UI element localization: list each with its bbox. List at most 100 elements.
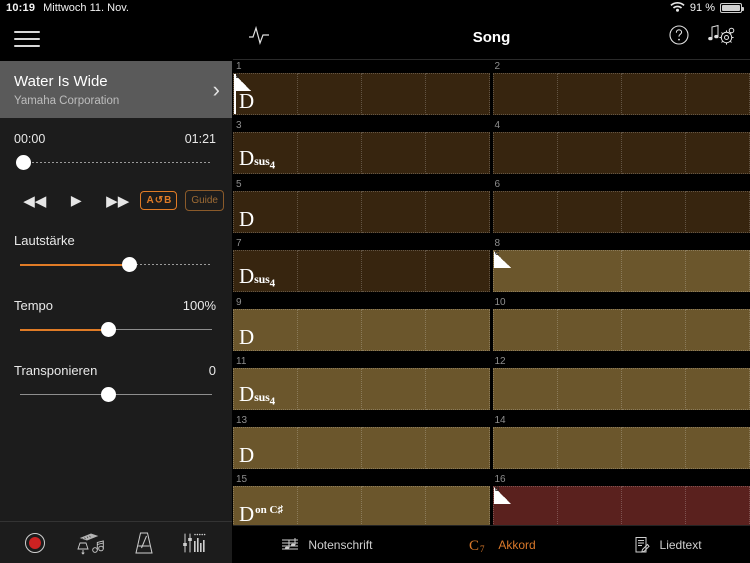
beat-cell[interactable]: [558, 132, 622, 174]
beat-cell[interactable]: D: [233, 427, 298, 469]
beat-cell[interactable]: [622, 486, 686, 525]
beat-cell[interactable]: [298, 427, 362, 469]
beat-cell[interactable]: [426, 191, 490, 233]
rewind-icon[interactable]: ◀◀: [14, 192, 55, 210]
fast-forward-icon[interactable]: ▶▶: [97, 192, 138, 210]
beat-cell[interactable]: [362, 486, 426, 525]
measure[interactable]: [493, 368, 750, 410]
beat-cell[interactable]: [362, 368, 426, 410]
beat-cell[interactable]: C: [493, 250, 558, 292]
transpose-slider-knob[interactable]: [101, 387, 117, 402]
music-note-gear-icon[interactable]: [708, 23, 736, 52]
beat-cell[interactable]: [426, 368, 490, 410]
chevron-right-icon[interactable]: ›: [213, 78, 220, 101]
beat-cell[interactable]: Dsus4: [233, 132, 298, 174]
beat-cell[interactable]: [298, 191, 362, 233]
beat-cell[interactable]: [493, 309, 558, 351]
measure[interactable]: Don C♯: [233, 486, 490, 525]
section-marker-flag[interactable]: D: [494, 487, 511, 504]
beat-cell[interactable]: [622, 427, 686, 469]
beat-cell[interactable]: [686, 191, 750, 233]
beat-cell[interactable]: [298, 486, 362, 525]
beat-cell[interactable]: [298, 368, 362, 410]
tab-liedtext[interactable]: Liedtext: [633, 536, 702, 554]
metronome-icon[interactable]: [133, 531, 155, 555]
beat-cell[interactable]: [493, 427, 558, 469]
beat-cell[interactable]: [362, 427, 426, 469]
measure[interactable]: D: [493, 486, 750, 525]
beat-cell[interactable]: [298, 309, 362, 351]
measure[interactable]: Dsus4: [233, 250, 490, 292]
record-icon[interactable]: [24, 532, 46, 554]
tab-akkord[interactable]: C 7 Akkord: [469, 536, 535, 554]
beat-cell[interactable]: [558, 73, 622, 115]
beat-cell[interactable]: [558, 486, 622, 525]
beat-cell[interactable]: [493, 368, 558, 410]
seek-slider[interactable]: [0, 146, 232, 174]
instrument-drums-keyboard-icon[interactable]: [73, 531, 105, 555]
beat-cell[interactable]: [558, 309, 622, 351]
beat-cell[interactable]: [493, 132, 558, 174]
chord-row[interactable]: 3 4 Dsus4: [233, 119, 750, 174]
beat-cell[interactable]: [362, 132, 426, 174]
seek-slider-knob[interactable]: [16, 155, 32, 170]
beat-cell[interactable]: [622, 191, 686, 233]
tempo-slider[interactable]: [0, 313, 232, 341]
measure[interactable]: Dsus4: [233, 368, 490, 410]
beat-cell[interactable]: [298, 250, 362, 292]
measure[interactable]: D: [233, 191, 490, 233]
beat-cell[interactable]: [686, 427, 750, 469]
tab-notenschrift[interactable]: Notenschrift: [281, 536, 372, 554]
section-marker-flag[interactable]: B: [234, 74, 251, 91]
beat-cell[interactable]: Dsus4: [233, 368, 298, 410]
beat-cell[interactable]: [686, 73, 750, 115]
beat-cell[interactable]: [298, 132, 362, 174]
guide-button[interactable]: Guide: [185, 190, 224, 211]
beat-cell[interactable]: D: [233, 191, 298, 233]
beat-cell[interactable]: Don C♯: [233, 486, 298, 525]
chord-row[interactable]: 7 8 Dsus4 C: [233, 237, 750, 292]
beat-cell[interactable]: Dsus4: [233, 250, 298, 292]
beat-cell[interactable]: [558, 427, 622, 469]
beat-cell[interactable]: [493, 191, 558, 233]
volume-slider-knob[interactable]: [121, 257, 137, 272]
measure[interactable]: [493, 427, 750, 469]
measure[interactable]: [493, 309, 750, 351]
beat-cell[interactable]: [622, 309, 686, 351]
section-marker-flag[interactable]: C: [494, 251, 511, 268]
mixer-faders-icon[interactable]: [182, 531, 208, 555]
beat-cell[interactable]: [686, 368, 750, 410]
volume-slider[interactable]: [0, 248, 232, 276]
beat-cell[interactable]: [622, 368, 686, 410]
measure[interactable]: [493, 73, 750, 115]
measure[interactable]: [493, 132, 750, 174]
beat-cell[interactable]: [686, 250, 750, 292]
tempo-slider-knob[interactable]: [101, 322, 117, 337]
measure[interactable]: D: [233, 427, 490, 469]
play-icon[interactable]: ▶: [55, 192, 96, 209]
ab-repeat-button[interactable]: A ↺ B: [140, 191, 178, 210]
beat-cell[interactable]: [362, 309, 426, 351]
beat-cell[interactable]: D: [233, 309, 298, 351]
measure[interactable]: DB: [233, 73, 490, 115]
beat-cell[interactable]: [622, 250, 686, 292]
measure[interactable]: C: [493, 250, 750, 292]
measure[interactable]: Dsus4: [233, 132, 490, 174]
beat-cell[interactable]: DB: [233, 73, 298, 115]
beat-cell[interactable]: [362, 191, 426, 233]
chord-row[interactable]: 9 10 D: [233, 296, 750, 351]
beat-cell[interactable]: [622, 132, 686, 174]
beat-cell[interactable]: [362, 73, 426, 115]
chord-row[interactable]: 15 16 Don C♯ D: [233, 473, 750, 525]
beat-cell[interactable]: [298, 73, 362, 115]
beat-cell[interactable]: [622, 73, 686, 115]
help-circle-icon[interactable]: [668, 24, 690, 51]
song-info-card[interactable]: Water Is Wide Yamaha Corporation ›: [0, 61, 232, 118]
beat-cell[interactable]: [426, 73, 490, 115]
beat-cell[interactable]: [558, 191, 622, 233]
chord-row[interactable]: 13 14 D: [233, 414, 750, 469]
beat-cell[interactable]: [686, 486, 750, 525]
beat-cell[interactable]: [426, 486, 490, 525]
beat-cell[interactable]: [426, 250, 490, 292]
hamburger-menu-icon[interactable]: [14, 29, 40, 49]
